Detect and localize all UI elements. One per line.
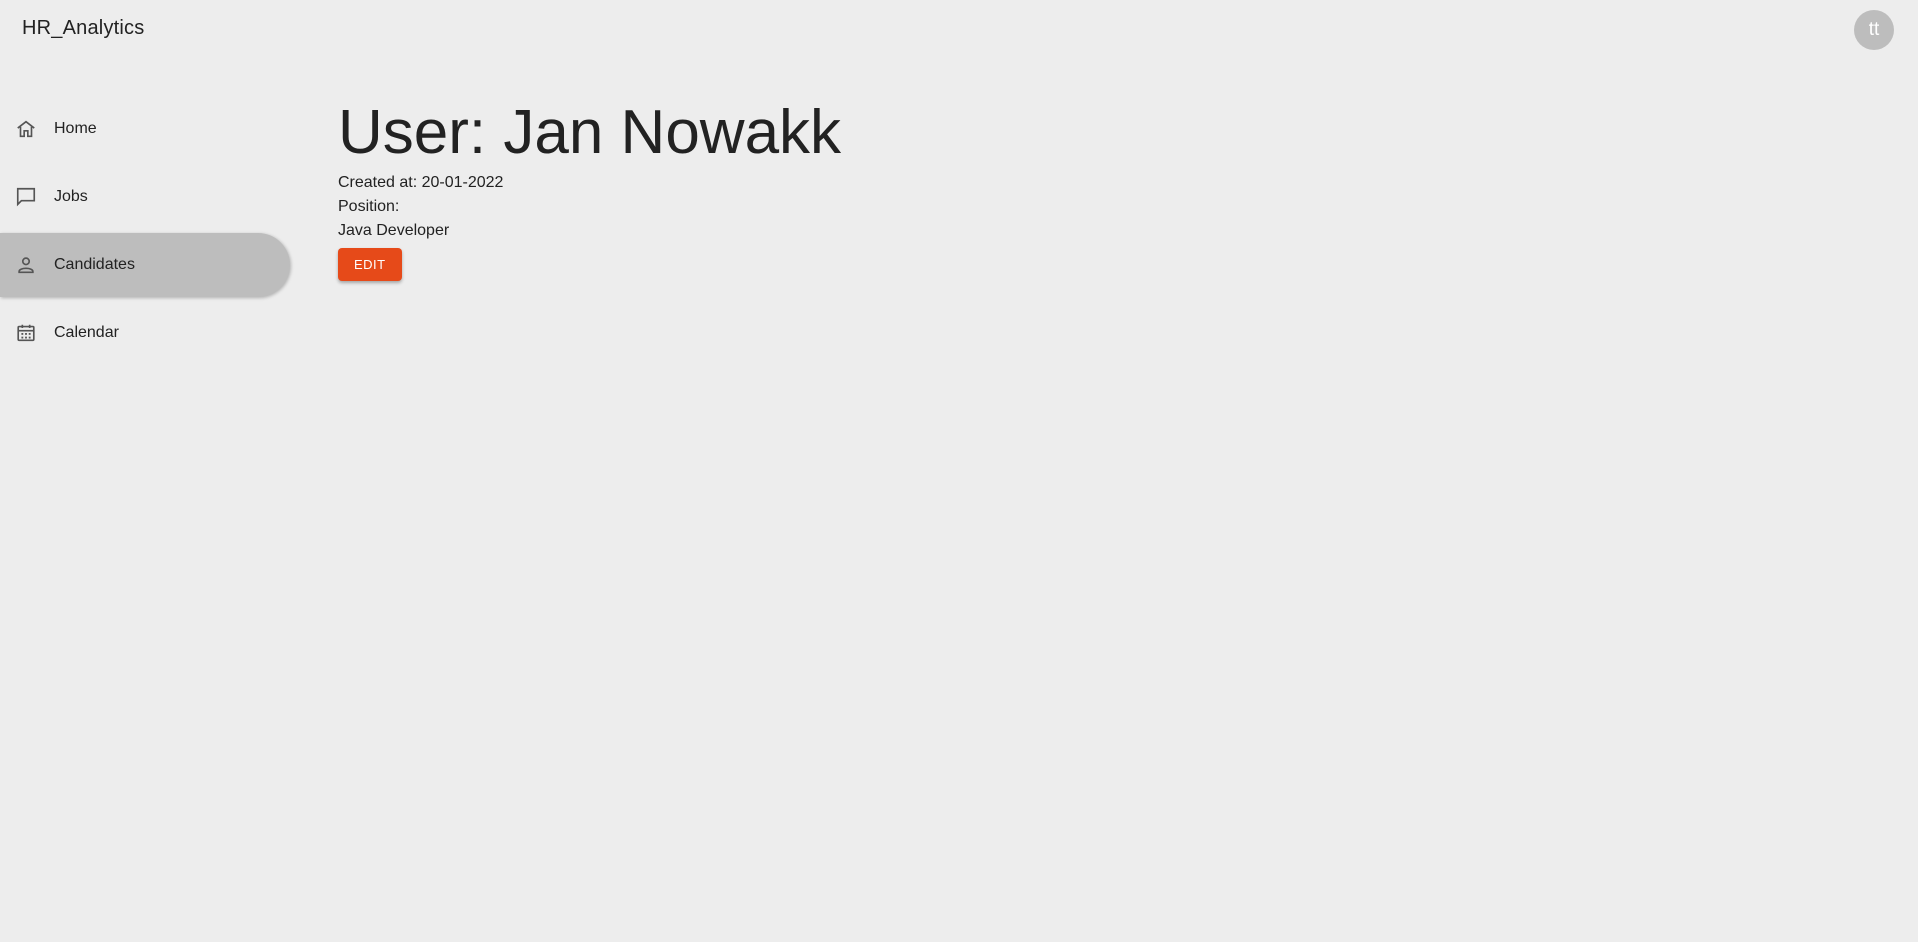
- position-label: Position:: [338, 198, 400, 215]
- sidebar-item-label: Calendar: [54, 324, 119, 341]
- app-window: HR_Analytics tt Home Jobs Candidates Cal…: [0, 0, 1918, 942]
- sidebar-item-label: Home: [54, 120, 97, 137]
- app-title: HR_Analytics: [22, 17, 145, 39]
- sidebar-item-candidates[interactable]: Candidates: [0, 233, 290, 297]
- sidebar-item-jobs[interactable]: Jobs: [0, 165, 295, 229]
- edit-button[interactable]: EDIT: [338, 248, 402, 281]
- sidebar-item-home[interactable]: Home: [0, 97, 295, 161]
- home-icon: [14, 117, 38, 141]
- sidebar-item-label: Jobs: [54, 188, 88, 205]
- sidebar-item-calendar[interactable]: Calendar: [0, 301, 295, 365]
- sidebar-item-label: Candidates: [54, 256, 135, 273]
- main-content: User: Jan Nowakk Created at: 20-01-2022 …: [338, 95, 841, 281]
- chat-icon: [14, 185, 38, 209]
- user-avatar[interactable]: tt: [1854, 10, 1894, 50]
- person-icon: [14, 253, 38, 277]
- created-at-text: Created at: 20-01-2022: [338, 174, 504, 191]
- sidebar: Home Jobs Candidates Calendar: [0, 97, 295, 369]
- position-value: Java Developer: [338, 222, 450, 239]
- page-title: User: Jan Nowakk: [338, 98, 842, 167]
- calendar-icon: [14, 321, 38, 345]
